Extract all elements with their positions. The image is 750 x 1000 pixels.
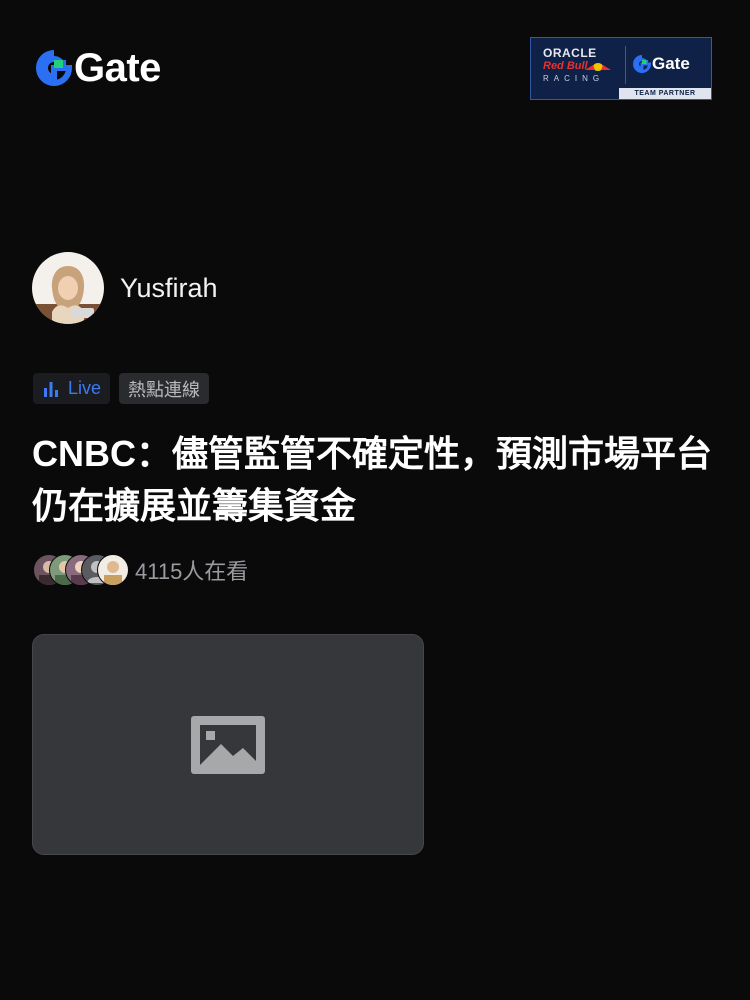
- article-image-placeholder[interactable]: [32, 634, 424, 855]
- badge-gate-logo: Gate: [633, 54, 690, 74]
- bull-icon: [585, 63, 611, 71]
- tag-row: Live 熱點連線: [33, 373, 210, 404]
- live-bars-icon: [44, 381, 58, 397]
- badge-redbull-text: Red Bull: [543, 60, 588, 72]
- badge-oracle-text: ORACLE: [543, 46, 597, 60]
- topic-label: 熱點連線: [128, 379, 201, 400]
- badge-partner-label: TEAM PARTNER: [634, 90, 696, 97]
- author-avatar[interactable]: [32, 252, 104, 324]
- avatar-photo: [32, 252, 104, 324]
- viewer-avatars: [33, 554, 129, 586]
- gate-logo[interactable]: Gate: [36, 46, 161, 90]
- viewers-row: 4115人在看: [33, 554, 248, 586]
- team-partner-badge: ORACLE Red Bull RACING Gate TEAM PARTNER: [530, 37, 712, 100]
- badge-gate-text: Gate: [652, 54, 690, 73]
- author-name[interactable]: Yusfirah: [120, 273, 218, 304]
- live-label: Live: [68, 378, 102, 398]
- badge-divider: [625, 46, 626, 84]
- article-title: CNBC：儘管監管不確定性，預測市場平台仍在擴展並籌集資金: [32, 433, 712, 526]
- badge-racing-text: RACING: [543, 74, 605, 83]
- brand-name: Gate: [74, 46, 161, 90]
- viewer-count: 4115人在看: [135, 559, 249, 584]
- viewer-avatar: [97, 554, 129, 586]
- author-row[interactable]: Yusfirah: [32, 252, 218, 324]
- live-tag[interactable]: Live: [33, 373, 111, 404]
- topic-tag[interactable]: 熱點連線: [119, 373, 210, 404]
- gate-logo-icon: [36, 50, 72, 86]
- image-placeholder-icon: [191, 715, 265, 774]
- gate-logo-icon: [633, 55, 651, 73]
- header: Gate ORACLE Red Bull RACING Gate TEAM PA…: [0, 0, 750, 120]
